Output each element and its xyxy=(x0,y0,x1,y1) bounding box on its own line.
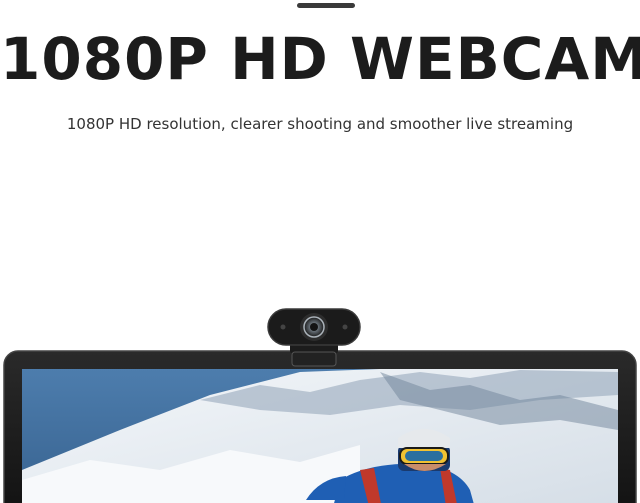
product-illustration xyxy=(3,308,637,503)
monitor-screen xyxy=(22,369,618,503)
monitor-icon xyxy=(3,350,637,503)
